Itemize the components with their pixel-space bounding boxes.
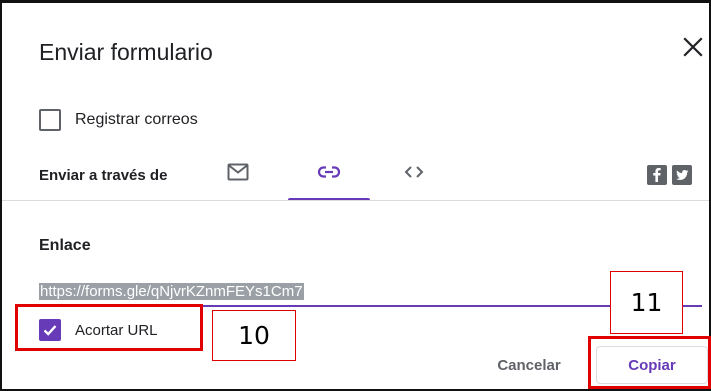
annotation-label-10: 10 <box>212 310 296 361</box>
facebook-icon <box>653 168 661 182</box>
send-via-label: Enviar a través de <box>39 167 168 184</box>
cancel-button[interactable]: Cancelar <box>480 346 578 384</box>
close-button[interactable] <box>682 36 704 58</box>
annotation-label-11: 11 <box>610 271 683 334</box>
twitter-icon <box>676 170 689 180</box>
tab-email[interactable] <box>213 153 263 199</box>
url-text: https://forms.gle/qNjvrKZnmFEYs1Cm7 <box>39 283 304 300</box>
close-icon <box>683 37 703 57</box>
code-brackets-icon <box>404 166 424 178</box>
collect-emails-row[interactable]: Registrar correos <box>39 108 198 132</box>
collect-emails-checkbox[interactable] <box>39 109 61 131</box>
annotation-box-copy <box>588 336 711 389</box>
share-twitter-button[interactable] <box>672 165 692 185</box>
tab-link[interactable] <box>288 153 370 201</box>
annotation-box-shorten <box>15 304 203 351</box>
mail-icon <box>227 163 249 181</box>
link-icon <box>317 166 341 178</box>
dialog-title: Enviar formulario <box>39 39 213 65</box>
link-section-label: Enlace <box>39 237 91 254</box>
share-facebook-button[interactable] <box>647 165 667 185</box>
collect-emails-label: Registrar correos <box>75 111 198 128</box>
tab-embed[interactable] <box>389 153 439 199</box>
section-divider <box>2 200 709 201</box>
